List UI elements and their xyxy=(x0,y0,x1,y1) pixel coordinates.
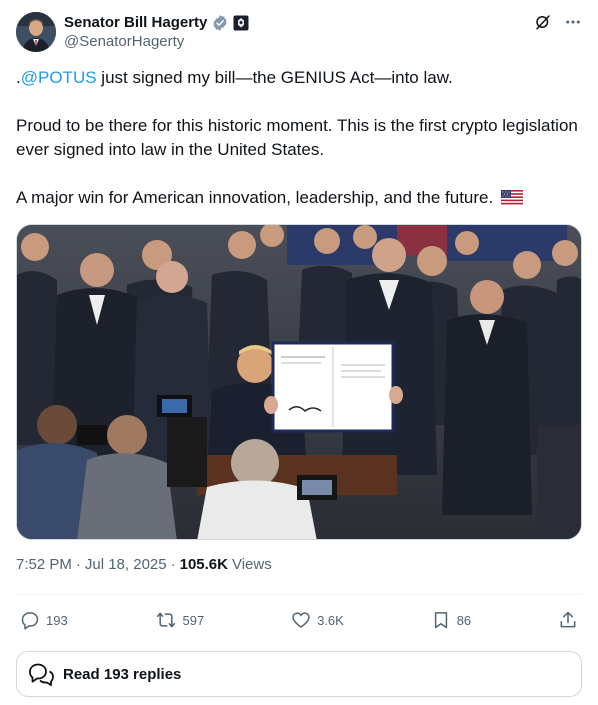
action-bar: 193 597 3.6K 86 xyxy=(16,604,582,636)
heart-icon xyxy=(292,612,310,628)
handle[interactable]: @SenatorHagerty xyxy=(64,33,249,50)
meta-separator: · xyxy=(75,556,81,573)
tweet-header: Senator Bill Hagerty @SenatorHagerty xyxy=(16,12,582,54)
read-replies-button[interactable]: Read 193 replies xyxy=(16,651,582,697)
tweet-time[interactable]: 7:52 PM xyxy=(16,556,72,573)
us-flag-icon xyxy=(500,188,523,212)
bill-signing-photo xyxy=(17,225,581,539)
tweet-photo[interactable] xyxy=(16,224,582,540)
reply-icon xyxy=(21,612,39,630)
grok-icon[interactable] xyxy=(534,13,552,31)
bookmark-count: 86 xyxy=(456,612,472,628)
line-rest: just signed my bill—the GENIUS Act—into … xyxy=(96,68,453,87)
read-replies-label: Read 193 replies xyxy=(63,665,182,683)
bookmark-button[interactable]: 86 xyxy=(431,610,471,630)
reply-count: 193 xyxy=(46,612,68,628)
like-count: 3.6K xyxy=(317,612,344,628)
tweet-paragraph-3: A major win for American innovation, lea… xyxy=(16,186,582,212)
tweet-text: .@POTUS just signed my bill—the GENIUS A… xyxy=(16,66,582,212)
divider-top xyxy=(16,594,582,595)
reply-button[interactable]: 193 xyxy=(20,610,68,630)
avatar[interactable] xyxy=(16,12,56,52)
government-seal-icon[interactable] xyxy=(233,15,249,31)
mention-link[interactable]: @POTUS xyxy=(21,68,97,87)
like-button[interactable]: 3.6K xyxy=(291,610,344,630)
repost-count: 597 xyxy=(182,612,205,628)
meta-separator-2: · xyxy=(170,556,176,573)
views-label: Views xyxy=(231,556,272,573)
avatar-image xyxy=(16,12,56,52)
views-count: 105.6K xyxy=(179,556,228,573)
tweet-meta: 7:52 PM · Jul 18, 2025 · 105.6K Views xyxy=(16,556,272,573)
tweet-date[interactable]: Jul 18, 2025 xyxy=(85,556,167,573)
display-name[interactable]: Senator Bill Hagerty xyxy=(64,14,207,31)
bookmark-icon xyxy=(434,612,447,629)
share-button[interactable] xyxy=(558,610,578,630)
share-icon xyxy=(560,611,576,628)
replies-bubbles-icon xyxy=(29,663,54,686)
repost-icon xyxy=(156,612,175,628)
more-options-icon[interactable] xyxy=(564,13,582,31)
verified-badge-icon[interactable] xyxy=(211,14,229,32)
repost-button[interactable]: 597 xyxy=(155,610,205,630)
para3-text: A major win for American innovation, lea… xyxy=(16,188,494,207)
tweet-line-1: .@POTUS just signed my bill—the GENIUS A… xyxy=(16,66,582,90)
tweet-paragraph-2: Proud to be there for this historic mome… xyxy=(16,116,578,159)
